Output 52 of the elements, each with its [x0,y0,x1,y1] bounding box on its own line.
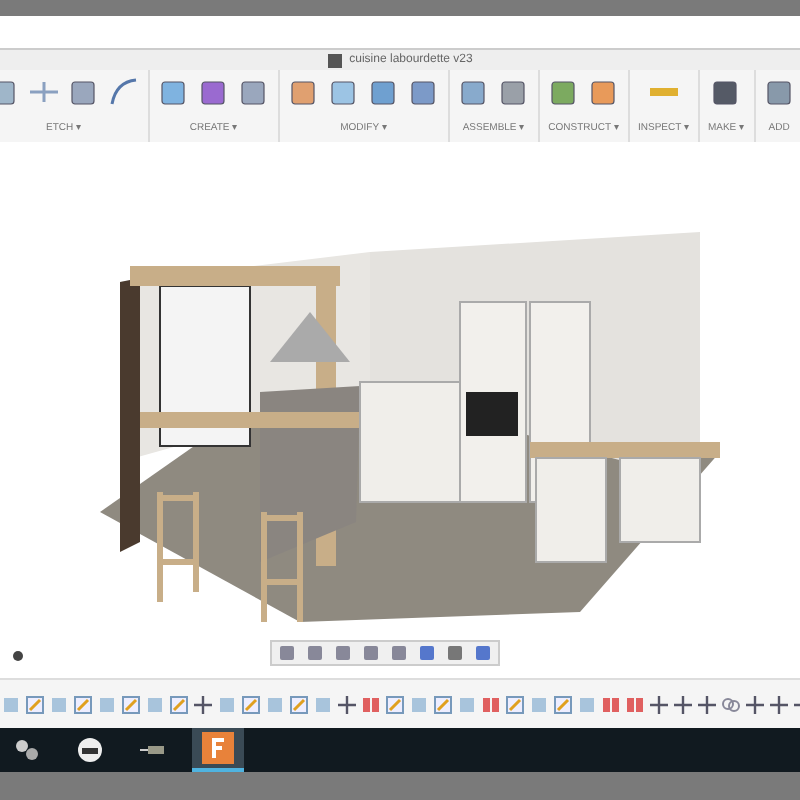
sketch-icon[interactable] [290,695,308,713]
cube-icon[interactable] [238,76,270,108]
sketch-icon[interactable] [122,695,140,713]
move-icon[interactable] [746,695,764,713]
move-icon[interactable] [194,695,212,713]
cube-icon[interactable] [548,76,580,108]
move-icon[interactable] [338,695,356,713]
body-icon[interactable] [266,695,284,713]
cube-icon[interactable] [368,76,400,108]
cube-icon[interactable] [158,76,190,108]
joint-icon[interactable] [602,695,620,713]
cube-icon[interactable] [198,76,230,108]
cube-icon[interactable] [710,76,743,108]
move-icon[interactable] [650,695,668,713]
cube-icon[interactable] [408,76,440,108]
body-icon[interactable] [530,695,548,713]
sketch-icon[interactable] [26,695,44,713]
cube-icon[interactable] [328,76,360,108]
sketch-icon[interactable] [170,695,188,713]
body-icon[interactable] [98,695,116,713]
arc-icon[interactable] [108,76,140,108]
body-icon[interactable] [578,695,596,713]
move-icon[interactable] [698,695,716,713]
move-icon[interactable] [770,695,788,713]
cube-icon [327,53,342,67]
body-icon[interactable] [410,695,428,713]
joint-icon[interactable] [626,695,644,713]
body-icon[interactable] [146,695,164,713]
cube-icon[interactable] [498,76,530,108]
cube-icon[interactable] [458,76,490,108]
joint-icon[interactable] [362,695,380,713]
cube-icon[interactable] [588,76,620,108]
cube-icon[interactable] [68,76,100,108]
joint-icon[interactable] [482,695,500,713]
cross-line-icon[interactable] [28,76,60,108]
body-icon[interactable] [50,695,68,713]
people-icon[interactable] [12,736,40,764]
move-icon[interactable] [674,695,692,713]
body-icon[interactable] [218,695,236,713]
sketch-icon[interactable] [506,695,524,713]
sketch-icon[interactable] [554,695,572,713]
body-icon[interactable] [314,695,332,713]
body-icon[interactable] [458,695,476,713]
sketch-icon[interactable] [74,695,92,713]
sketch-icon[interactable] [386,695,404,713]
sketch-icon[interactable] [242,695,260,713]
sketch-icon[interactable] [434,695,452,713]
fusion-icon[interactable] [202,732,234,764]
cube-icon[interactable] [288,76,320,108]
link-icon[interactable] [722,695,740,713]
cube-icon[interactable] [763,76,796,108]
body-icon[interactable] [2,695,20,713]
